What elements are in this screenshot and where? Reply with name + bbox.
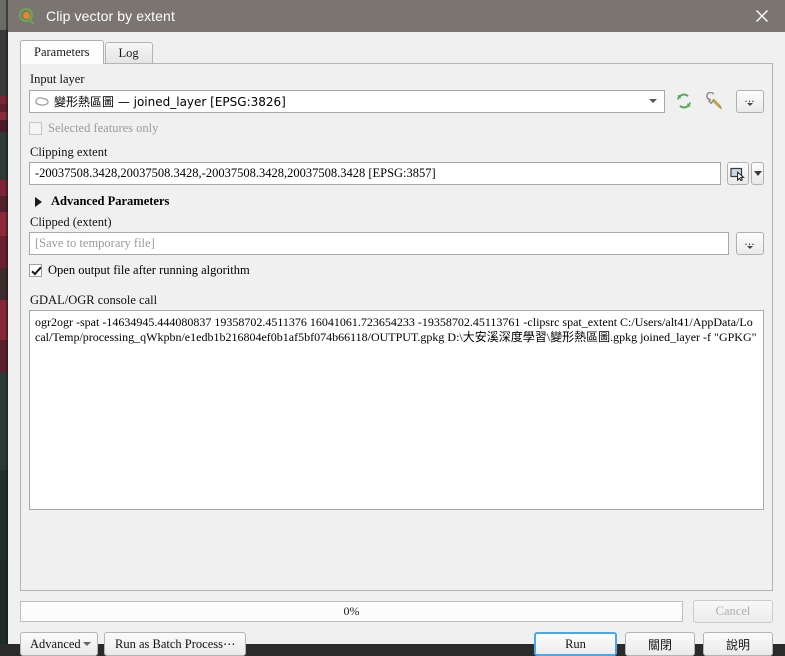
open-output-file-checkbox[interactable] [29, 263, 42, 277]
progress-text: 0% [343, 604, 360, 618]
data-defined-override-icon[interactable] [703, 89, 729, 113]
qgis-logo-icon [19, 8, 35, 25]
input-layer-row: 變形熱區圖 — joined_layer [EPSG:3826] … [29, 89, 764, 113]
open-output-file-label: Open output file after running algorithm [48, 263, 250, 277]
run-button[interactable]: Run [534, 632, 617, 656]
dialog-footer: 0% Cancel Advanced Run as Batch Process⋯… [20, 591, 773, 656]
tab-log[interactable]: Log [104, 42, 153, 64]
parameters-panel: Input layer 變形熱區圖 — joined_layer [EPSG:3… [20, 63, 773, 591]
close-dialog-button[interactable]: 關閉 [625, 632, 695, 656]
open-output-file-row[interactable]: Open output file after running algorithm [29, 263, 764, 277]
tab-parameters[interactable]: Parameters [20, 40, 104, 64]
run-as-batch-process-button[interactable]: Run as Batch Process⋯ [104, 632, 247, 656]
select-extent-on-canvas-icon[interactable] [727, 162, 749, 185]
chevron-down-icon [83, 642, 91, 646]
selected-features-only-label: Selected features only [48, 121, 159, 135]
clipping-extent-dropdown-icon[interactable] [751, 162, 764, 185]
cancel-button[interactable]: Cancel [693, 600, 773, 623]
title-bar[interactable]: Clip vector by extent [8, 0, 785, 32]
selected-features-only-row[interactable]: Selected features only [29, 121, 764, 135]
input-layer-more-options-icon[interactable]: … [736, 89, 764, 113]
clipped-output-input[interactable]: [Save to temporary file] [29, 232, 729, 255]
advanced-menu-button[interactable]: Advanced [20, 632, 98, 656]
window-title: Clip vector by extent [46, 8, 175, 24]
console-call-label: GDAL/OGR console call [30, 293, 158, 307]
dialog-content: Parameters Log Input layer 變形熱區圖 — joine… [8, 40, 785, 656]
clipped-output-row: [Save to temporary file] … [29, 232, 764, 255]
advanced-parameters-label: Advanced Parameters [51, 194, 170, 208]
input-layer-label: Input layer [30, 72, 85, 86]
close-icon[interactable] [739, 0, 785, 32]
chevron-right-icon [35, 196, 42, 207]
advanced-parameters-toggle[interactable]: Advanced Parameters [35, 194, 764, 209]
console-call-textarea[interactable]: ogr2ogr -spat -14634945.444080837 193587… [29, 310, 764, 510]
iterate-over-features-icon[interactable] [671, 89, 697, 113]
input-layer-value: 變形熱區圖 — joined_layer [EPSG:3826] [54, 94, 286, 109]
progress-row: 0% Cancel [20, 600, 773, 623]
chevron-down-icon [649, 99, 657, 103]
button-row: Advanced Run as Batch Process⋯ Run 關閉 說明 [20, 632, 773, 656]
clipping-extent-label: Clipping extent [30, 145, 108, 159]
desktop-background-strip [0, 0, 8, 644]
progress-bar: 0% [20, 601, 683, 622]
clipped-output-browse-icon[interactable]: … [736, 232, 764, 255]
clipping-extent-input[interactable]: -20037508.3428,20037508.3428,-20037508.3… [29, 162, 721, 185]
tab-bar: Parameters Log [20, 40, 785, 64]
polygon-layer-icon [35, 96, 49, 106]
input-layer-combobox[interactable]: 變形熱區圖 — joined_layer [EPSG:3826] [29, 89, 665, 113]
clipping-extent-row: -20037508.3428,20037508.3428,-20037508.3… [29, 162, 764, 185]
selected-features-only-checkbox[interactable] [29, 121, 42, 135]
clip-vector-by-extent-dialog: Clip vector by extent Parameters Log Inp… [8, 0, 785, 656]
clipped-output-label: Clipped (extent) [30, 215, 112, 229]
help-button[interactable]: 說明 [703, 632, 773, 656]
advanced-menu-label: Advanced [30, 636, 81, 651]
